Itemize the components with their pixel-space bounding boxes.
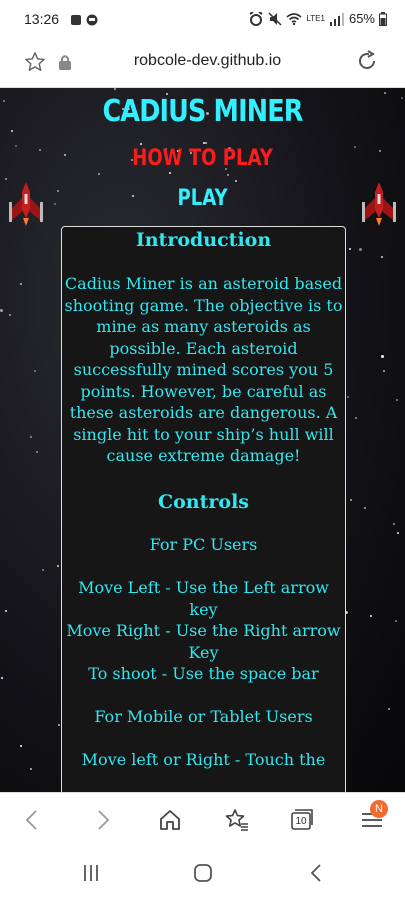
star-dot [36, 451, 38, 453]
pc-users-label: For PC Users [149, 535, 258, 554]
home-icon[interactable] [157, 807, 183, 833]
tabs-count: 10 [295, 816, 307, 827]
bookmarks-icon[interactable] [224, 807, 250, 833]
battery-icon [379, 11, 387, 26]
star-dot [0, 309, 3, 312]
status-time: 13:26 [24, 11, 60, 27]
play-button[interactable]: PLAY [36, 186, 368, 211]
star-dot [349, 248, 351, 250]
star-dot [370, 615, 372, 617]
mute-icon [268, 11, 282, 26]
game-page: CADIUS MINER HOW TO PLAY PLAY Introducti… [0, 88, 405, 792]
status-right: LTE1 65% [248, 11, 387, 26]
star-dot [384, 92, 386, 94]
lock-icon [59, 55, 71, 70]
star-dot [359, 248, 362, 251]
star-dot [34, 370, 36, 372]
app-notification-icon [71, 14, 98, 26]
network-label: LTE1 [306, 13, 325, 23]
star-dot [383, 370, 385, 372]
star-dot [205, 142, 207, 144]
notification-badge: N [370, 800, 388, 818]
battery-percent: 65% [348, 11, 375, 26]
star-dot [11, 130, 13, 132]
star-dot [401, 97, 403, 99]
spaceship-icon [362, 182, 396, 226]
home-nav-icon[interactable] [191, 862, 215, 884]
game-title: CADIUS MINER [102, 94, 303, 129]
star-dot [227, 174, 229, 176]
star-dot [3, 100, 5, 102]
bookmark-star-icon[interactable] [24, 51, 46, 73]
star-dot [381, 355, 384, 358]
back-icon[interactable] [20, 807, 46, 833]
star-dot [20, 283, 22, 285]
recent-apps-icon[interactable] [79, 862, 103, 884]
url-text[interactable]: robcole-dev.github.io [80, 52, 335, 70]
star-dot [42, 569, 44, 571]
tabs-button[interactable]: 10 [290, 807, 314, 831]
star-dot [355, 417, 357, 419]
star-dot [364, 507, 366, 509]
star-dot [235, 180, 237, 182]
system-navigation-bar [0, 846, 405, 900]
star-dot [114, 88, 116, 90]
introduction-text: Cadius Miner is an asteroid based shooti… [64, 274, 343, 465]
signal-icon [329, 12, 344, 26]
introduction-heading: Introduction [135, 229, 272, 251]
star-dot [381, 256, 383, 258]
star-dot [15, 145, 17, 147]
star-dot [1, 677, 3, 679]
star-dot [397, 532, 399, 534]
star-dot [20, 745, 22, 747]
how-to-play-link[interactable]: HOW TO PLAY [36, 146, 368, 171]
move-left-instruction: Move Left - Use the Left arrow key [78, 578, 329, 619]
star-dot [379, 150, 381, 152]
back-nav-icon[interactable] [305, 862, 329, 884]
status-bar: 13:26 LTE1 65% [0, 0, 405, 40]
notification-icons [70, 13, 102, 30]
reload-icon[interactable] [355, 49, 379, 73]
instructions-panel: Introduction Cadius Miner is an asteroid… [61, 226, 346, 792]
star-dot [396, 399, 398, 401]
star-dot [58, 724, 60, 726]
star-dot [5, 610, 7, 612]
wifi-icon [286, 12, 302, 25]
browser-url-bar: robcole-dev.github.io [0, 40, 405, 88]
star-dot [98, 173, 100, 175]
star-dot [169, 172, 171, 174]
move-right-instruction: Move Right - Use the Right arrow Key [66, 621, 341, 662]
star-dot [30, 768, 32, 770]
controls-heading: Controls [158, 490, 249, 513]
mobile-move-instruction: Move left or Right - Touch the [81, 750, 326, 769]
spaceship-icon [9, 182, 43, 226]
star-dot [350, 499, 352, 501]
star-dot [140, 143, 142, 145]
star-dot [9, 314, 11, 316]
star-dot [393, 523, 395, 525]
star-dot [57, 565, 59, 567]
star-dot [30, 436, 32, 438]
shoot-instruction: To shoot - Use the space bar [88, 664, 319, 683]
alarm-icon [249, 11, 263, 26]
star-dot [347, 396, 349, 398]
browser-bottom-toolbar: 10 [0, 792, 405, 846]
star-dot [388, 708, 390, 710]
forward-icon[interactable] [89, 807, 115, 833]
mobile-users-label: For Mobile or Tablet Users [94, 707, 313, 726]
star-dot [395, 620, 397, 622]
